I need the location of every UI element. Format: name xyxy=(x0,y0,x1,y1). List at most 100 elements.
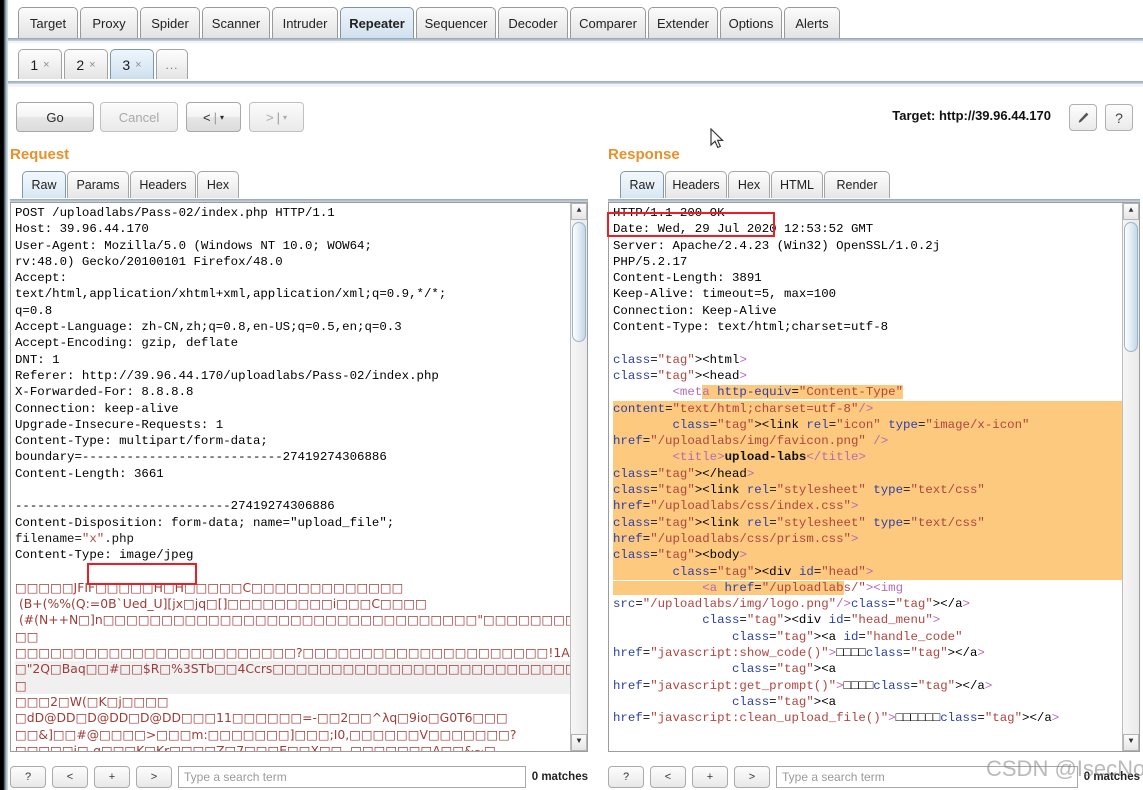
go-button[interactable]: Go xyxy=(16,102,94,132)
search-button-label: + xyxy=(108,771,116,783)
code-line: class="tag"><div id="head"> xyxy=(613,563,1135,580)
response-search-next-button[interactable]: > xyxy=(734,766,770,788)
scroll-up-icon[interactable]: ▲ xyxy=(571,203,587,220)
code-line: class="tag"><link rel="stylesheet" type=… xyxy=(613,514,1135,531)
scrollbar-thumb[interactable] xyxy=(572,222,586,342)
cancel-button[interactable]: Cancel xyxy=(100,102,178,132)
code-line: class="tag"><a xyxy=(731,662,837,677)
response-search-help-button[interactable]: ? xyxy=(608,766,644,788)
request-tab-hex[interactable]: Hex xyxy=(197,171,239,198)
response-search-prev-button[interactable]: < xyxy=(650,766,686,788)
repeater-tab-1[interactable]: 1 × xyxy=(18,49,62,79)
code-line: Content-Length: 3661 xyxy=(15,466,164,481)
repeater-tab-new[interactable]: ... xyxy=(156,49,188,79)
response-panel: Response Raw Headers Hex HTML Render HTTP/1.… xyxy=(608,146,1140,752)
response-tab-render[interactable]: Render xyxy=(824,171,890,198)
request-search-next-button[interactable]: > xyxy=(136,766,172,788)
code-line: text/html,application/xhtml+xml,applicat… xyxy=(15,287,447,302)
main-tab-repeater[interactable]: Repeater xyxy=(340,7,414,38)
binary-code-line: □□□□□j□-q□□□K□Kr□□□□Z□7□□□E□□X□□..□□□□□□… xyxy=(15,742,496,752)
request-search-prev-button[interactable]: < xyxy=(52,766,88,788)
code-line: class="tag"><link rel="stylesheet" type=… xyxy=(613,482,1135,499)
main-tab-proxy[interactable]: Proxy xyxy=(80,7,138,38)
response-search-add-button[interactable]: + xyxy=(692,766,728,788)
forward-label: > xyxy=(266,109,274,125)
request-scrollbar[interactable]: ▲ ▼ xyxy=(570,203,587,751)
main-tab-scanner[interactable]: Scanner xyxy=(202,7,270,38)
code-line: -----------------------------27419274306… xyxy=(15,499,335,514)
request-editor[interactable]: POST /uploadlabs/Pass-02/index.php HTTP/… xyxy=(10,202,588,752)
main-tab-label: Extender xyxy=(656,15,710,31)
repeater-tab-label: 2 xyxy=(76,56,85,73)
code-line: Date: Wed, 29 Jul 2020 12:53:52 GMT xyxy=(613,222,874,237)
main-tab-strip: Target Proxy Spider Scanner Intruder Repeater… xyxy=(8,0,1143,40)
response-tab-label: Headers xyxy=(672,178,720,192)
main-tab-decoder[interactable]: Decoder xyxy=(498,7,568,38)
request-tab-row: Raw Params Headers Hex xyxy=(10,171,588,199)
close-icon[interactable]: × xyxy=(135,59,141,71)
edit-target-button[interactable] xyxy=(1069,104,1097,131)
response-tab-headers[interactable]: Headers xyxy=(665,171,727,198)
scroll-down-icon[interactable]: ▼ xyxy=(571,734,587,751)
request-raw-text[interactable]: POST /uploadlabs/Pass-02/index.php HTTP/… xyxy=(11,203,587,752)
response-raw-text[interactable]: HTTP/1.1 200 OK Date: Wed, 29 Jul 2020 12… xyxy=(609,203,1139,727)
response-search-input[interactable]: Type a search term xyxy=(776,766,1078,788)
code-line: class="tag"><link rel="icon" type="image… xyxy=(613,416,1135,434)
request-tab-label: Params xyxy=(76,178,120,192)
response-scrollbar[interactable]: ▲ ▼ xyxy=(1122,203,1139,751)
close-icon[interactable]: × xyxy=(43,59,49,71)
response-tab-raw[interactable]: Raw xyxy=(620,171,664,198)
main-tab-options[interactable]: Options xyxy=(720,7,782,38)
forward-button[interactable]: > | ▾ xyxy=(249,102,304,132)
search-button-label: ? xyxy=(24,771,32,783)
main-tab-target[interactable]: Target xyxy=(18,7,78,38)
main-tab-comparer[interactable]: Comparer xyxy=(570,7,646,38)
main-tab-sequencer[interactable]: Sequencer xyxy=(416,7,496,38)
scroll-up-icon[interactable]: ▲ xyxy=(1123,203,1139,220)
request-tab-raw[interactable]: Raw xyxy=(22,171,66,198)
help-button[interactable]: ? xyxy=(1105,104,1133,131)
response-tab-label: Hex xyxy=(737,178,761,192)
code-line: <title>upload-labs</title> xyxy=(613,449,1135,466)
ellipsis-icon: ... xyxy=(165,57,179,72)
code-line: Accept-Encoding: gzip, deflate xyxy=(15,336,239,351)
request-search-input[interactable]: Type a search term xyxy=(178,766,526,788)
main-tab-extender[interactable]: Extender xyxy=(648,7,718,38)
code-line: PHP/5.2.17 xyxy=(613,254,688,269)
code-line: class="tag"><a id="handle_code" xyxy=(731,629,963,644)
code-line: POST /uploadlabs/Pass-02/index.php HTTP/… xyxy=(15,206,335,220)
repeater-tab-3[interactable]: 3 × xyxy=(110,49,154,79)
request-tab-headers[interactable]: Headers xyxy=(130,171,196,198)
scrollbar-thumb[interactable] xyxy=(1124,222,1138,352)
request-tab-params[interactable]: Params xyxy=(67,171,129,198)
code-line: <meta http-equiv="Content-Type" xyxy=(672,385,904,400)
main-tab-spider[interactable]: Spider xyxy=(140,7,200,38)
code-line: Content-Type: image/jpeg xyxy=(15,548,194,563)
main-tab-alerts[interactable]: Alerts xyxy=(784,7,840,38)
binary-code-line: □dD@DD□D@DD□D@DD□□□11□□□□□□=-□□2□□^λq□9i… xyxy=(15,710,508,726)
code-line: class="tag"><body> xyxy=(613,547,1135,564)
request-search-help-button[interactable]: ? xyxy=(10,766,46,788)
main-tab-intruder[interactable]: Intruder xyxy=(272,7,338,38)
back-button[interactable]: < | ▾ xyxy=(186,102,241,132)
repeater-tab-label: 3 xyxy=(122,56,131,73)
response-tab-html[interactable]: HTML xyxy=(771,171,823,198)
main-tab-label: Spider xyxy=(151,15,189,31)
code-line: class="tag"><html> xyxy=(613,352,747,367)
search-button-label: > xyxy=(748,771,756,783)
scroll-down-icon[interactable]: ▼ xyxy=(1123,734,1139,751)
go-label: Go xyxy=(46,109,64,125)
request-search-add-button[interactable]: + xyxy=(94,766,130,788)
code-line: Content-Type: multipart/form-data; xyxy=(15,434,268,449)
close-icon[interactable]: × xyxy=(89,59,95,71)
window-chrome-strip xyxy=(0,0,8,790)
repeater-tab-2[interactable]: 2 × xyxy=(64,49,108,79)
response-editor[interactable]: HTTP/1.1 200 OK Date: Wed, 29 Jul 2020 12… xyxy=(608,202,1140,752)
search-placeholder: Type a search term xyxy=(782,770,885,784)
request-search-bar: ? < + > Type a search term 0 matches xyxy=(10,764,588,790)
main-tab-label: Decoder xyxy=(508,15,558,31)
response-tab-hex[interactable]: Hex xyxy=(728,171,770,198)
code-line: href="/uploadlabs/img/favicon.png" /> xyxy=(613,433,1135,450)
code-line: User-Agent: Mozilla/5.0 (Windows NT 10.0… xyxy=(15,238,372,253)
